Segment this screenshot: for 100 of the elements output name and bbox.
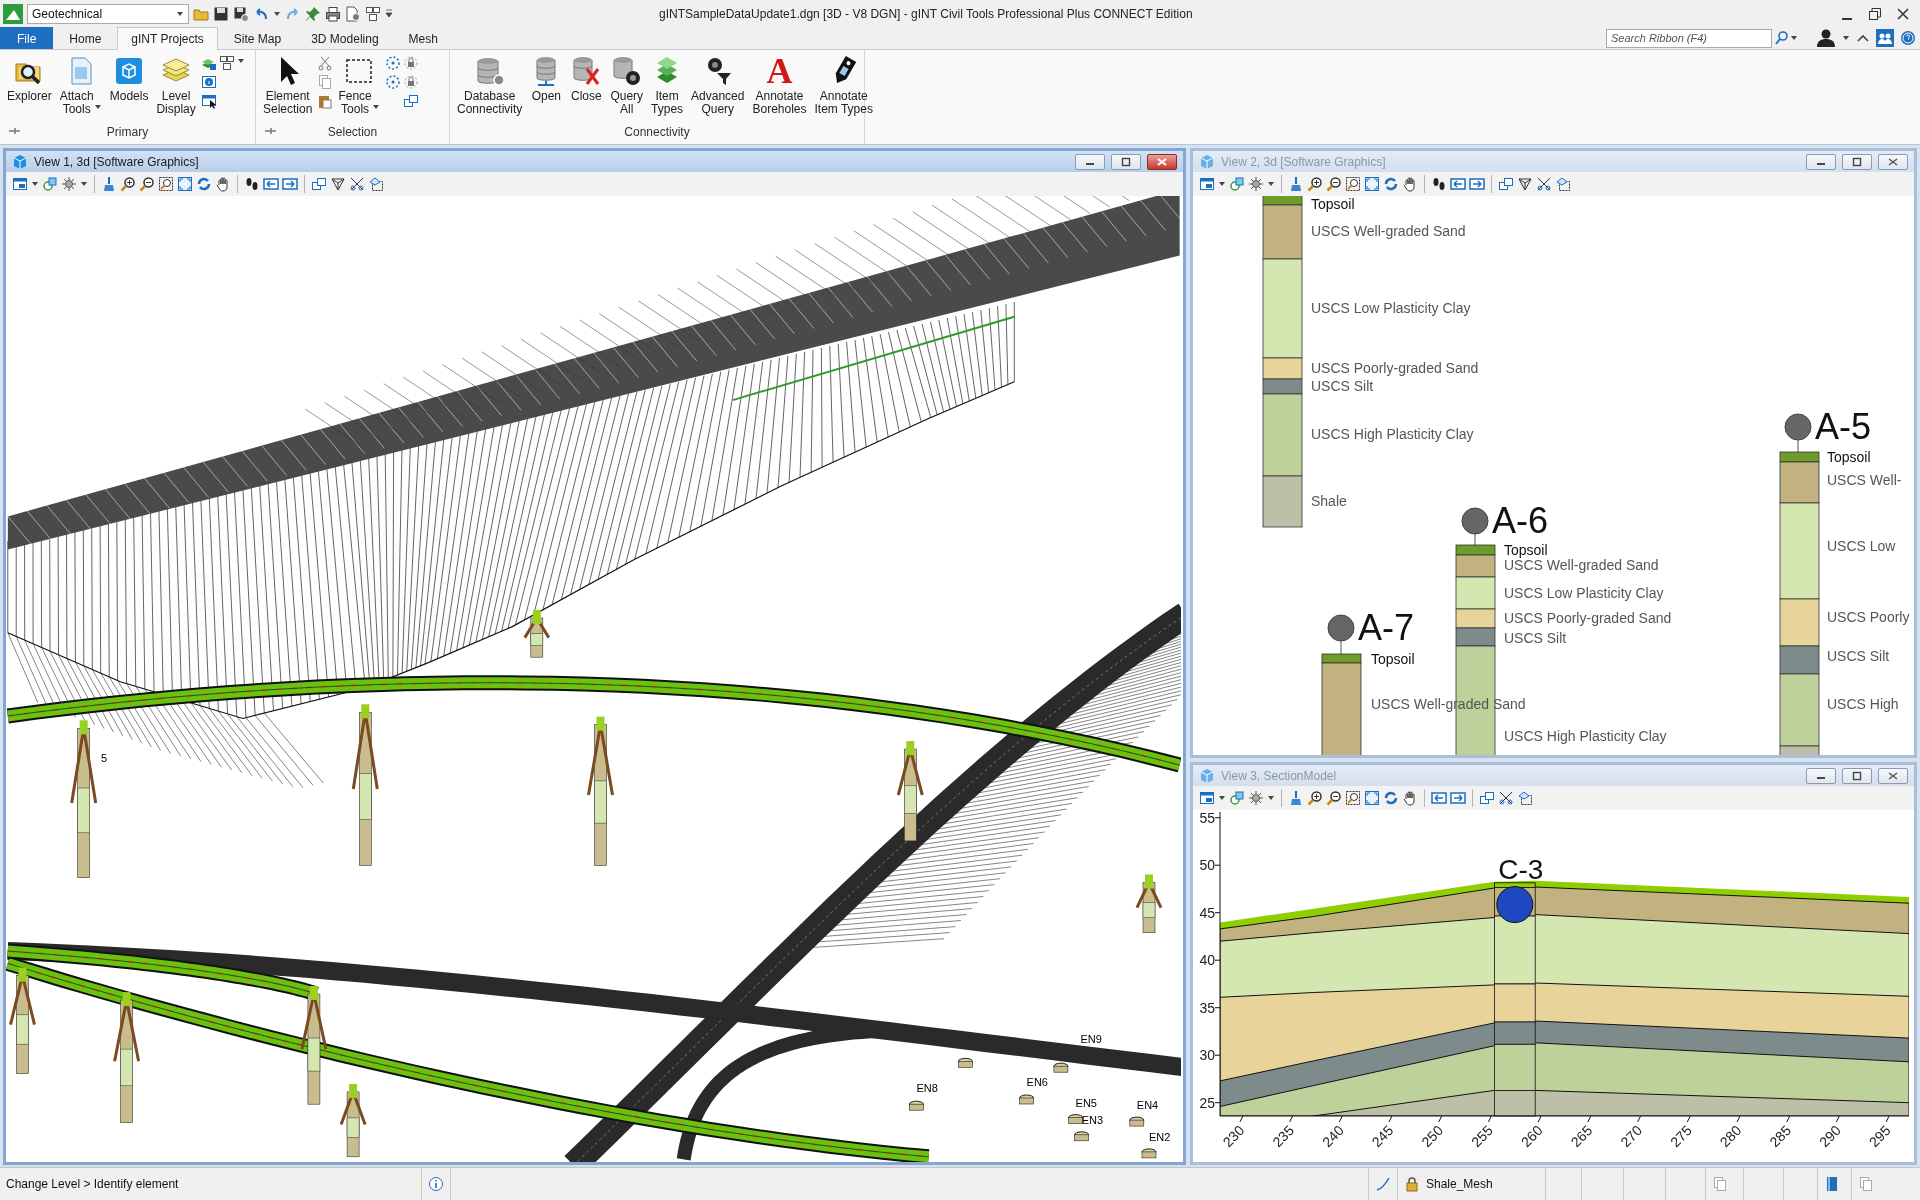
maximize-button[interactable] xyxy=(1111,153,1141,170)
scissors-icon[interactable] xyxy=(349,176,365,192)
help-icon[interactable] xyxy=(1900,30,1916,46)
ribbon-tab[interactable]: gINT Projects xyxy=(117,27,218,50)
copy-view-icon[interactable] xyxy=(311,176,327,192)
shapes-icon[interactable] xyxy=(1229,176,1245,192)
ribbon-button[interactable]: Attach Tools xyxy=(56,53,105,118)
ribbon-tab[interactable]: Mesh xyxy=(394,27,452,49)
zoom-out-icon[interactable] xyxy=(139,176,155,192)
pencil-line-icon[interactable] xyxy=(1375,1176,1391,1192)
close-button[interactable] xyxy=(1147,153,1177,170)
ribbon-button[interactable]: Close xyxy=(567,53,606,105)
cube-icon[interactable] xyxy=(1517,176,1533,192)
info-icon[interactable] xyxy=(428,1176,444,1192)
hand-icon[interactable] xyxy=(1402,176,1418,192)
brush-icon[interactable] xyxy=(1288,790,1304,806)
hand-icon[interactable] xyxy=(1402,790,1418,806)
ribbon-tab[interactable]: 3D Modeling xyxy=(297,27,393,49)
maximize-button[interactable] xyxy=(1842,767,1872,784)
dashed-box-icon[interactable] xyxy=(368,176,384,192)
layout-icon[interactable] xyxy=(365,5,381,22)
arrow-right-icon[interactable] xyxy=(1469,176,1485,192)
info-card-icon[interactable] xyxy=(200,74,217,90)
ribbon-button[interactable]: A Annotate Boreholes xyxy=(749,53,810,118)
ribbon-button[interactable]: Element Selection xyxy=(260,53,316,118)
ribbon-button[interactable]: Query All xyxy=(607,53,647,118)
ribbon-button[interactable]: Level Display xyxy=(153,53,199,118)
ribbon-tab[interactable]: Site Map xyxy=(219,27,296,49)
fit-view-icon[interactable] xyxy=(1364,176,1380,192)
zoom-in-icon[interactable] xyxy=(120,176,136,192)
minimize-button[interactable] xyxy=(1806,153,1836,170)
maximize-button[interactable] xyxy=(1842,153,1872,170)
fit-view-icon[interactable] xyxy=(1364,790,1380,806)
search-icon[interactable] xyxy=(1774,30,1788,46)
zoom-out-icon[interactable] xyxy=(1326,790,1342,806)
zoom-window-icon[interactable] xyxy=(1345,176,1361,192)
zoom-out-icon[interactable] xyxy=(1326,176,1342,192)
ribbon-button[interactable]: Models xyxy=(106,53,152,105)
copy-view-icon[interactable] xyxy=(1479,790,1495,806)
arrow-left-icon[interactable] xyxy=(263,176,279,192)
restore-icon[interactable] xyxy=(1868,6,1882,21)
ribbon-tab[interactable]: Home xyxy=(55,27,116,49)
rotate-icon[interactable] xyxy=(1383,176,1399,192)
sun-icon[interactable] xyxy=(1248,790,1264,806)
zoom-window-icon[interactable] xyxy=(158,176,174,192)
brush-icon[interactable] xyxy=(1288,176,1304,192)
arrow-left-icon[interactable] xyxy=(1450,176,1466,192)
dotted-circle-icon[interactable] xyxy=(384,55,401,71)
sun-icon[interactable] xyxy=(1248,176,1264,192)
pin-icon[interactable] xyxy=(264,125,276,137)
close-button[interactable] xyxy=(1878,153,1908,170)
scissors-icon[interactable] xyxy=(1498,790,1514,806)
rotate-icon[interactable] xyxy=(196,176,212,192)
layout-icon[interactable] xyxy=(218,55,235,71)
dotted-circle-icon[interactable] xyxy=(384,74,401,90)
zoom-window-icon[interactable] xyxy=(1345,790,1361,806)
arrow-right-icon[interactable] xyxy=(282,176,298,192)
document-gear-icon[interactable] xyxy=(345,5,361,22)
ribbon-button[interactable]: Fence Tools xyxy=(335,53,383,118)
sun-icon[interactable] xyxy=(61,176,77,192)
people-icon[interactable] xyxy=(1876,29,1894,47)
maximize-icon[interactable] xyxy=(1850,769,1864,782)
arrow-right-icon[interactable] xyxy=(1450,790,1466,806)
app-icon[interactable] xyxy=(3,3,23,24)
pin-icon[interactable] xyxy=(305,5,321,22)
maximize-icon[interactable] xyxy=(1119,155,1133,168)
database-icon[interactable] xyxy=(610,55,643,87)
zoom-in-icon[interactable] xyxy=(1307,790,1323,806)
ribbon-button[interactable]: Database Connectivity xyxy=(454,53,526,118)
lock-icon[interactable] xyxy=(402,55,419,71)
dashed-box-icon[interactable] xyxy=(1555,176,1571,192)
book-icon[interactable] xyxy=(1824,1176,1840,1192)
pin-icon[interactable] xyxy=(8,125,20,137)
zoom-in-icon[interactable] xyxy=(1307,176,1323,192)
shapes-icon[interactable] xyxy=(1229,790,1245,806)
lock-icon[interactable] xyxy=(402,74,419,90)
dashed-box-icon[interactable] xyxy=(1517,790,1533,806)
close-icon[interactable] xyxy=(1886,155,1900,168)
ribbon-button[interactable]: Explorer xyxy=(4,53,55,105)
copy-view-icon[interactable] xyxy=(402,93,419,109)
maximize-icon[interactable] xyxy=(1850,155,1864,168)
close-icon[interactable] xyxy=(1886,769,1900,782)
close-button[interactable] xyxy=(1878,767,1908,784)
minimize-button[interactable] xyxy=(1075,153,1105,170)
ribbon-button[interactable]: Annotate Item Types xyxy=(811,53,876,118)
close-icon[interactable] xyxy=(1896,6,1910,21)
arrow-left-icon[interactable] xyxy=(1431,790,1447,806)
undo-icon[interactable] xyxy=(253,5,269,22)
window-cursor-icon[interactable] xyxy=(200,93,217,109)
clipboard-icon[interactable] xyxy=(317,93,334,109)
brush-icon[interactable] xyxy=(101,176,117,192)
shapes-icon[interactable] xyxy=(42,176,58,192)
fit-view-icon[interactable] xyxy=(177,176,193,192)
workflow-dropdown[interactable]: Geotechnical xyxy=(27,3,189,24)
minimize-button[interactable] xyxy=(1806,767,1836,784)
footprints-icon[interactable] xyxy=(244,176,260,192)
hand-icon[interactable] xyxy=(215,176,231,192)
ribbon-button[interactable]: Item Types xyxy=(648,53,687,118)
scissors-icon[interactable] xyxy=(1536,176,1552,192)
print-icon[interactable] xyxy=(325,5,341,22)
